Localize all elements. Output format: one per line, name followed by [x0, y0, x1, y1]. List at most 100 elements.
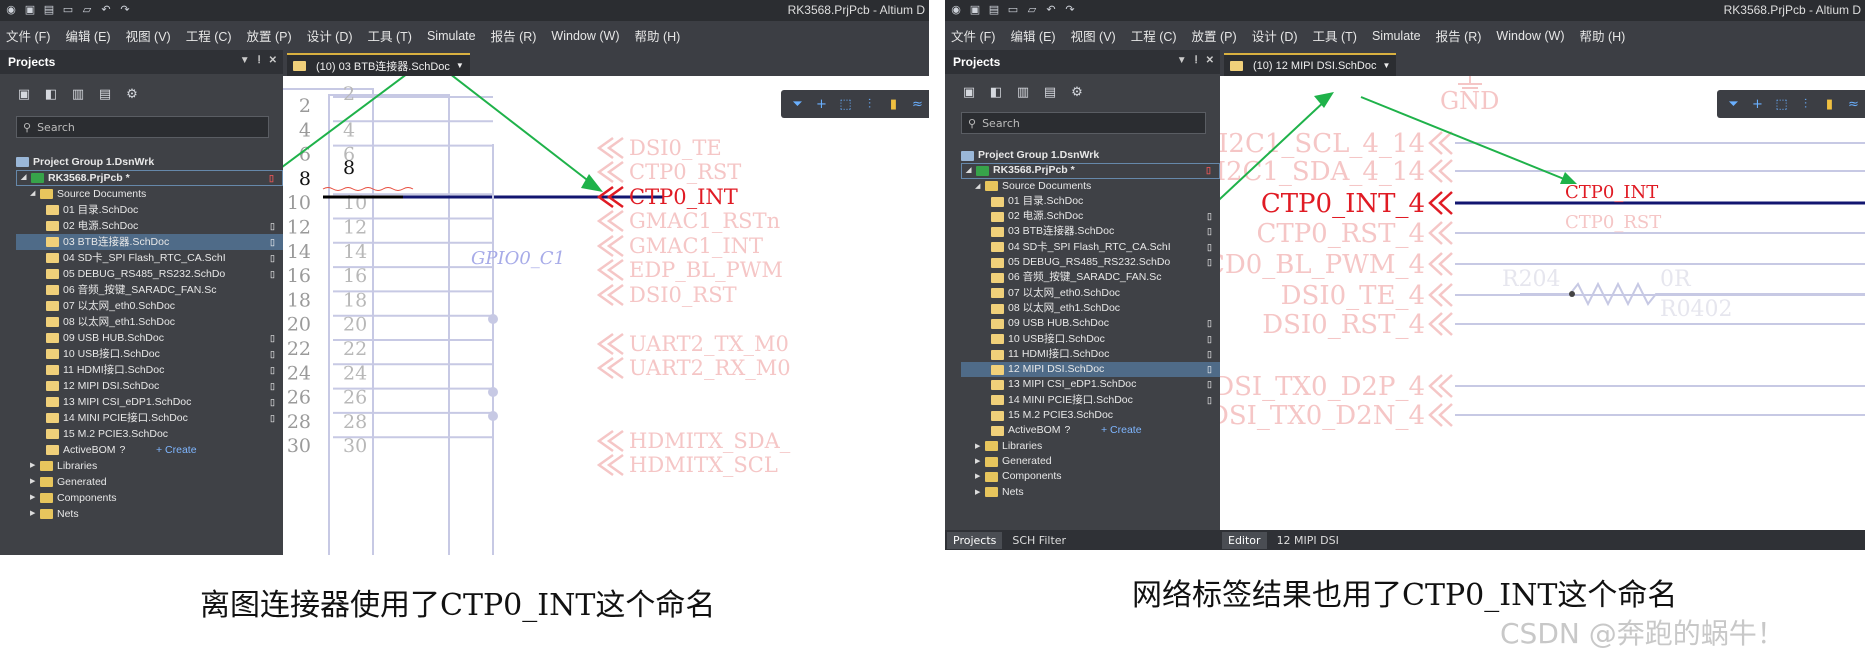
tree-file[interactable]: 08 以太网_eth1.SchDoc: [961, 301, 1220, 316]
chevron-down-icon[interactable]: ▼: [456, 61, 464, 70]
menu-edit[interactable]: 编辑 (E): [1010, 26, 1055, 45]
close-icon[interactable]: ✕: [269, 55, 277, 66]
collapse-icon[interactable]: ▶: [975, 454, 985, 469]
chevron-down-icon[interactable]: ▼: [1383, 61, 1391, 70]
pin-icon[interactable]: ⵑ: [1195, 55, 1198, 66]
collapse-icon[interactable]: ▶: [975, 439, 985, 454]
tree-folder-components[interactable]: ▶ Components: [961, 469, 1220, 484]
align-icon[interactable]: ⫶: [1798, 97, 1813, 112]
menu-place[interactable]: 放置 (P): [1192, 26, 1237, 45]
tree-file[interactable]: 15 M.2 PCIE3.SchDoc: [961, 408, 1220, 423]
tree-project[interactable]: ◢ RK3568.PrjPcb * ▯: [16, 170, 283, 186]
tree-source-documents[interactable]: ◢ Source Documents: [961, 179, 1220, 194]
help-icon[interactable]: ?: [120, 442, 126, 458]
compile-icon[interactable]: ◧: [988, 85, 1004, 101]
tree-source-documents[interactable]: ◢ Source Documents: [16, 186, 283, 202]
align-icon[interactable]: ⫶: [862, 97, 877, 112]
menu-window[interactable]: Window (W): [551, 29, 619, 43]
menu-window[interactable]: Window (W): [1496, 29, 1564, 43]
tab-current-doc[interactable]: 12 MIPI DSI: [1271, 532, 1345, 549]
save-icon[interactable]: ▣: [968, 3, 982, 17]
tree-folder-components[interactable]: ▶ Components: [16, 490, 283, 506]
tree-file[interactable]: 11 HDMI接口.SchDoc ▯: [16, 362, 283, 378]
menu-file[interactable]: 文件 (F): [951, 26, 995, 45]
menu-tools[interactable]: 工具 (T): [368, 26, 412, 45]
folder-add-icon[interactable]: ▥: [1015, 85, 1031, 101]
menu-edit[interactable]: 编辑 (E): [65, 26, 110, 45]
collapse-icon[interactable]: ▶: [30, 506, 40, 522]
menu-tools[interactable]: 工具 (T): [1313, 26, 1357, 45]
menu-project[interactable]: 工程 (C): [186, 26, 232, 45]
gear-icon[interactable]: ⚙: [124, 87, 140, 103]
close-icon[interactable]: ✕: [1206, 55, 1214, 66]
tree-project-group[interactable]: Project Group 1.DsnWrk: [16, 154, 283, 170]
tree-file[interactable]: 03 BTB连接器.SchDoc ▯: [961, 224, 1220, 239]
tree-file[interactable]: 02 电源.SchDoc ▯: [16, 218, 283, 234]
tree-file[interactable]: 13 MIPI CSI_eDP1.SchDoc ▯: [961, 377, 1220, 392]
select-rect-icon[interactable]: ⬚: [1774, 97, 1789, 112]
tree-file[interactable]: 10 USB接口.SchDoc ▯: [961, 332, 1220, 347]
tree-file[interactable]: 05 DEBUG_RS485_RS232.SchDo ▯: [961, 255, 1220, 270]
tree-project[interactable]: ◢ RK3568.PrjPcb * ▯: [961, 163, 1220, 179]
add-icon[interactable]: +: [814, 97, 829, 112]
tree-file[interactable]: 02 电源.SchDoc ▯: [961, 209, 1220, 224]
menu-place[interactable]: 放置 (P): [247, 26, 292, 45]
tree-file[interactable]: 10 USB接口.SchDoc ▯: [16, 346, 283, 362]
tree-file[interactable]: 04 SD卡_SPI Flash_RTC_CA.SchI ▯: [961, 240, 1220, 255]
tree-file[interactable]: 01 目录.SchDoc: [16, 202, 283, 218]
document-tab[interactable]: (10) 03 BTB连接器.SchDoc ▼: [287, 53, 470, 76]
expand-icon[interactable]: ◢: [966, 163, 976, 178]
expand-icon[interactable]: ◢: [21, 170, 31, 186]
tree-folder-nets[interactable]: ▶ Nets: [961, 485, 1220, 500]
component-icon[interactable]: ▮: [1822, 97, 1837, 112]
tree-file[interactable]: 06 音频_按键_SARADC_FAN.Sc: [961, 270, 1220, 285]
menu-simulate[interactable]: Simulate: [427, 29, 476, 43]
tree-activebom[interactable]: ActiveBOM? + Create: [961, 423, 1220, 438]
collapse-icon[interactable]: ▶: [30, 474, 40, 490]
tree-file[interactable]: 08 以太网_eth1.SchDoc: [16, 314, 283, 330]
tree-file[interactable]: 01 目录.SchDoc: [961, 194, 1220, 209]
menu-simulate[interactable]: Simulate: [1372, 29, 1421, 43]
tree-file[interactable]: 07 以太网_eth0.SchDoc: [16, 298, 283, 314]
document-tab[interactable]: (10) 12 MIPI DSI.SchDoc ▼: [1224, 53, 1397, 76]
menu-reports[interactable]: 报告 (R): [1436, 26, 1482, 45]
save-all-icon[interactable]: ▤: [42, 3, 56, 17]
compile-icon[interactable]: ◧: [43, 87, 59, 103]
open-project-icon[interactable]: ▱: [1025, 3, 1039, 17]
tab-editor[interactable]: Editor: [1222, 531, 1267, 549]
filter-icon[interactable]: ⏷: [1726, 97, 1741, 112]
tree-file[interactable]: 12 MIPI DSI.SchDoc ▯: [16, 378, 283, 394]
collapse-icon[interactable]: ▶: [975, 469, 985, 484]
expand-icon[interactable]: ◢: [30, 186, 40, 202]
tree-file[interactable]: 04 SD卡_SPI Flash_RTC_CA.SchI ▯: [16, 250, 283, 266]
menu-design[interactable]: 设计 (D): [307, 26, 353, 45]
wire-icon[interactable]: ≈: [1846, 97, 1861, 112]
create-link[interactable]: + Create: [156, 442, 197, 458]
tree-folder-generated[interactable]: ▶ Generated: [16, 474, 283, 490]
open-project-icon[interactable]: ▱: [80, 3, 94, 17]
save-icon[interactable]: ▣: [23, 3, 37, 17]
dropdown-icon[interactable]: ▼: [1177, 55, 1187, 66]
redo-icon[interactable]: ↷: [118, 3, 132, 17]
app-icon[interactable]: ◉: [4, 3, 18, 17]
collapse-icon[interactable]: ▶: [975, 485, 985, 500]
search-input[interactable]: ⚲ Search: [961, 112, 1206, 134]
tree-folder-libraries[interactable]: ▶ Libraries: [16, 458, 283, 474]
search-input[interactable]: ⚲ Search: [16, 116, 269, 138]
gear-icon[interactable]: ⚙: [1069, 85, 1085, 101]
save-icon[interactable]: ▣: [16, 87, 32, 103]
save-icon[interactable]: ▣: [961, 85, 977, 101]
menu-help[interactable]: 帮助 (H): [634, 26, 680, 45]
tree-folder-generated[interactable]: ▶ Generated: [961, 454, 1220, 469]
undo-icon[interactable]: ↶: [99, 3, 113, 17]
tree-file[interactable]: 15 M.2 PCIE3.SchDoc: [16, 426, 283, 442]
dropdown-icon[interactable]: ▼: [240, 55, 250, 66]
menu-help[interactable]: 帮助 (H): [1579, 26, 1625, 45]
wire-icon[interactable]: ≈: [910, 97, 925, 112]
menu-reports[interactable]: 报告 (R): [491, 26, 537, 45]
tree-file-selected[interactable]: 03 BTB连接器.SchDoc ▯: [16, 234, 283, 250]
tree-file[interactable]: 09 USB HUB.SchDoc ▯: [961, 316, 1220, 331]
folder-remove-icon[interactable]: ▤: [97, 87, 113, 103]
open-icon[interactable]: ▭: [61, 3, 75, 17]
pin-icon[interactable]: ⵑ: [258, 55, 261, 66]
